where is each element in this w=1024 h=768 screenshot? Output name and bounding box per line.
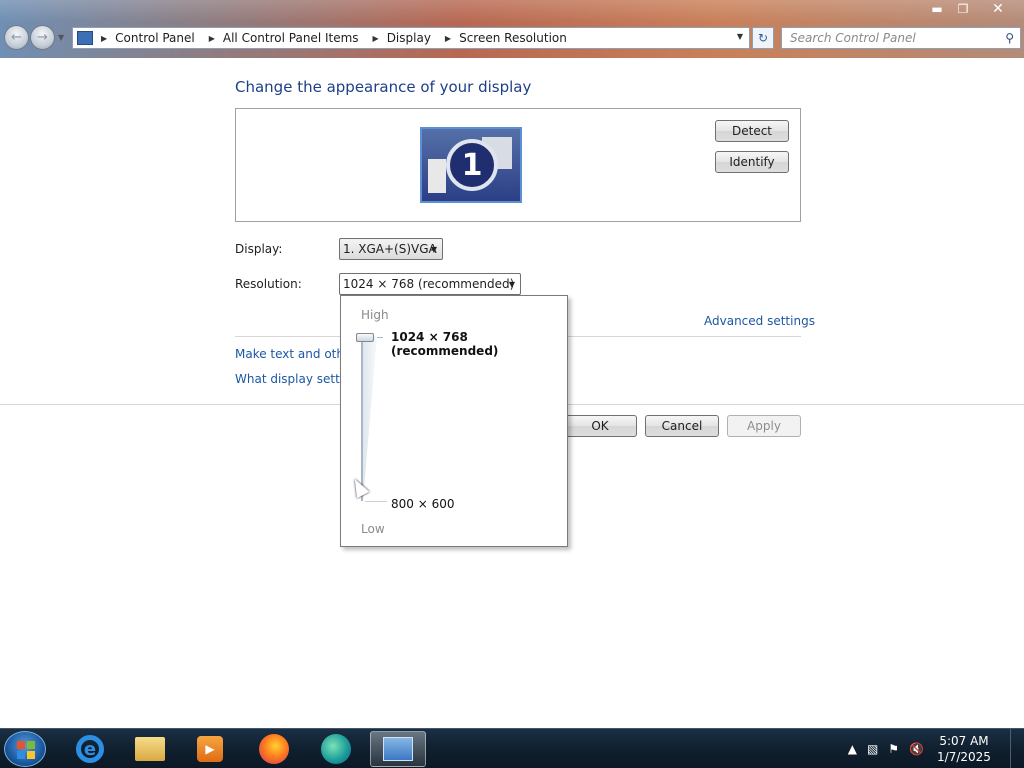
search-icon[interactable]: ⚲ xyxy=(1005,31,1014,45)
forward-arrow-icon: → xyxy=(37,30,48,45)
page-title: Change the appearance of your display xyxy=(235,78,532,96)
resolution-label: Resolution: xyxy=(235,277,302,291)
resolution-slider-thumb[interactable] xyxy=(356,333,374,342)
recent-pages-dropdown[interactable]: ▼ xyxy=(58,33,64,42)
breadcrumb-chevron-icon: ▶ xyxy=(444,33,452,43)
window-controls: ▬ ❐ ✕ xyxy=(924,0,1020,18)
show-desktop-button[interactable] xyxy=(1010,729,1024,768)
breadcrumb-item[interactable]: ▶ Display xyxy=(373,31,445,45)
breadcrumb-chevron-icon: ▶ xyxy=(372,33,379,43)
control-panel-icon xyxy=(77,31,93,45)
cancel-button[interactable]: Cancel xyxy=(645,415,719,437)
text-size-link[interactable]: Make text and other xyxy=(235,347,356,361)
forward-button[interactable]: → xyxy=(30,25,55,50)
action-center-flag-icon[interactable]: ⚑ xyxy=(888,742,899,756)
control-panel-icon xyxy=(383,737,413,761)
high-label: High xyxy=(361,308,389,322)
minimize-button[interactable]: ▬ xyxy=(924,0,950,18)
address-history-dropdown[interactable]: ▼ xyxy=(737,32,743,41)
resolution-select[interactable]: 1024 × 768 (recommended) ▼ xyxy=(339,273,521,295)
breadcrumb-chevron-icon: ▶ xyxy=(101,33,108,43)
edge-icon xyxy=(321,734,351,764)
identify-button[interactable]: Identify xyxy=(715,151,789,173)
taskbar-edge[interactable] xyxy=(308,731,364,767)
clock-date: 1/7/2025 xyxy=(937,750,991,764)
taskbar-internet-explorer[interactable]: e xyxy=(62,731,118,767)
resolution-slider-popup[interactable]: High 1024 × 768 (recommended) 800 × 600 … xyxy=(340,295,568,547)
close-button[interactable]: ✕ xyxy=(976,0,1020,18)
windows-logo-icon xyxy=(17,741,35,759)
clock[interactable]: 5:07 AM 1/7/2025 xyxy=(934,733,994,765)
chevron-down-icon: ▼ xyxy=(508,280,515,289)
taskbar-media-player[interactable]: ▶ xyxy=(182,731,238,767)
taskbar-firefox[interactable] xyxy=(246,731,302,767)
monitor-window-graphic xyxy=(428,159,446,193)
resolution-option[interactable]: 1024 × 768 (recommended) xyxy=(391,330,567,358)
back-button[interactable]: ← xyxy=(4,25,29,50)
detect-button[interactable]: Detect xyxy=(715,120,789,142)
breadcrumb-item[interactable]: ▶ All Control Panel Items xyxy=(209,31,373,45)
clock-time: 5:07 AM xyxy=(939,734,989,748)
refresh-icon: ↻ xyxy=(757,31,769,45)
chevron-down-icon: ▼ xyxy=(430,245,437,254)
apply-button[interactable]: Apply xyxy=(727,415,801,437)
display-select[interactable]: 1. XGA+(S)VGA ▼ xyxy=(339,238,443,260)
back-arrow-icon: ← xyxy=(11,30,22,45)
monitor-preview-area: 1 Detect Identify xyxy=(235,108,801,222)
taskbar: e ▶ ▲ ▧ ⚑ 🔇 5:07 AM 1/7/2025 xyxy=(0,728,1024,768)
slider-tick xyxy=(365,501,387,502)
firefox-icon xyxy=(259,734,289,764)
search-input[interactable]: Search Control Panel ⚲ xyxy=(781,27,1021,49)
media-player-icon: ▶ xyxy=(197,736,223,762)
refresh-button[interactable]: ↻ xyxy=(752,27,774,49)
monitor-1-icon[interactable]: 1 xyxy=(420,127,522,203)
taskbar-file-explorer[interactable] xyxy=(122,731,178,767)
advanced-settings-link[interactable]: Advanced settings xyxy=(704,314,815,328)
address-bar[interactable]: ▶ Control Panel ▶ All Control Panel Items … xyxy=(72,27,750,49)
folder-icon xyxy=(135,737,165,761)
minimize-icon: ▬ xyxy=(931,2,943,16)
close-icon: ✕ xyxy=(992,1,1004,17)
breadcrumb-item[interactable]: ▶ Screen Resolution xyxy=(445,31,581,45)
restore-button[interactable]: ❐ xyxy=(950,0,976,18)
ok-button[interactable]: OK xyxy=(563,415,637,437)
system-tray: ▲ ▧ ⚑ 🔇 5:07 AM 1/7/2025 xyxy=(848,729,1024,768)
slider-track-fill xyxy=(363,336,377,501)
internet-explorer-icon: e xyxy=(76,735,104,763)
taskbar-control-panel[interactable] xyxy=(370,731,426,767)
show-hidden-icons-icon[interactable]: ▲ xyxy=(848,742,857,756)
slider-tick xyxy=(377,337,383,338)
resolution-select-value: 1024 × 768 (recommended) xyxy=(343,277,515,291)
monitor-number: 1 xyxy=(446,139,498,191)
display-label: Display: xyxy=(235,242,283,256)
network-icon[interactable]: ▧ xyxy=(867,742,878,756)
search-placeholder: Search Control Panel xyxy=(790,31,916,45)
low-label: Low xyxy=(361,522,385,536)
resolution-option[interactable]: 800 × 600 xyxy=(391,497,455,511)
start-button[interactable] xyxy=(4,731,46,767)
volume-muted-icon[interactable]: 🔇 xyxy=(909,742,924,756)
display-select-value: 1. XGA+(S)VGA xyxy=(343,242,437,256)
restore-icon: ❐ xyxy=(957,2,969,16)
breadcrumb-chevron-icon: ▶ xyxy=(208,33,215,43)
breadcrumb-item[interactable]: ▶ Control Panel xyxy=(101,31,209,45)
